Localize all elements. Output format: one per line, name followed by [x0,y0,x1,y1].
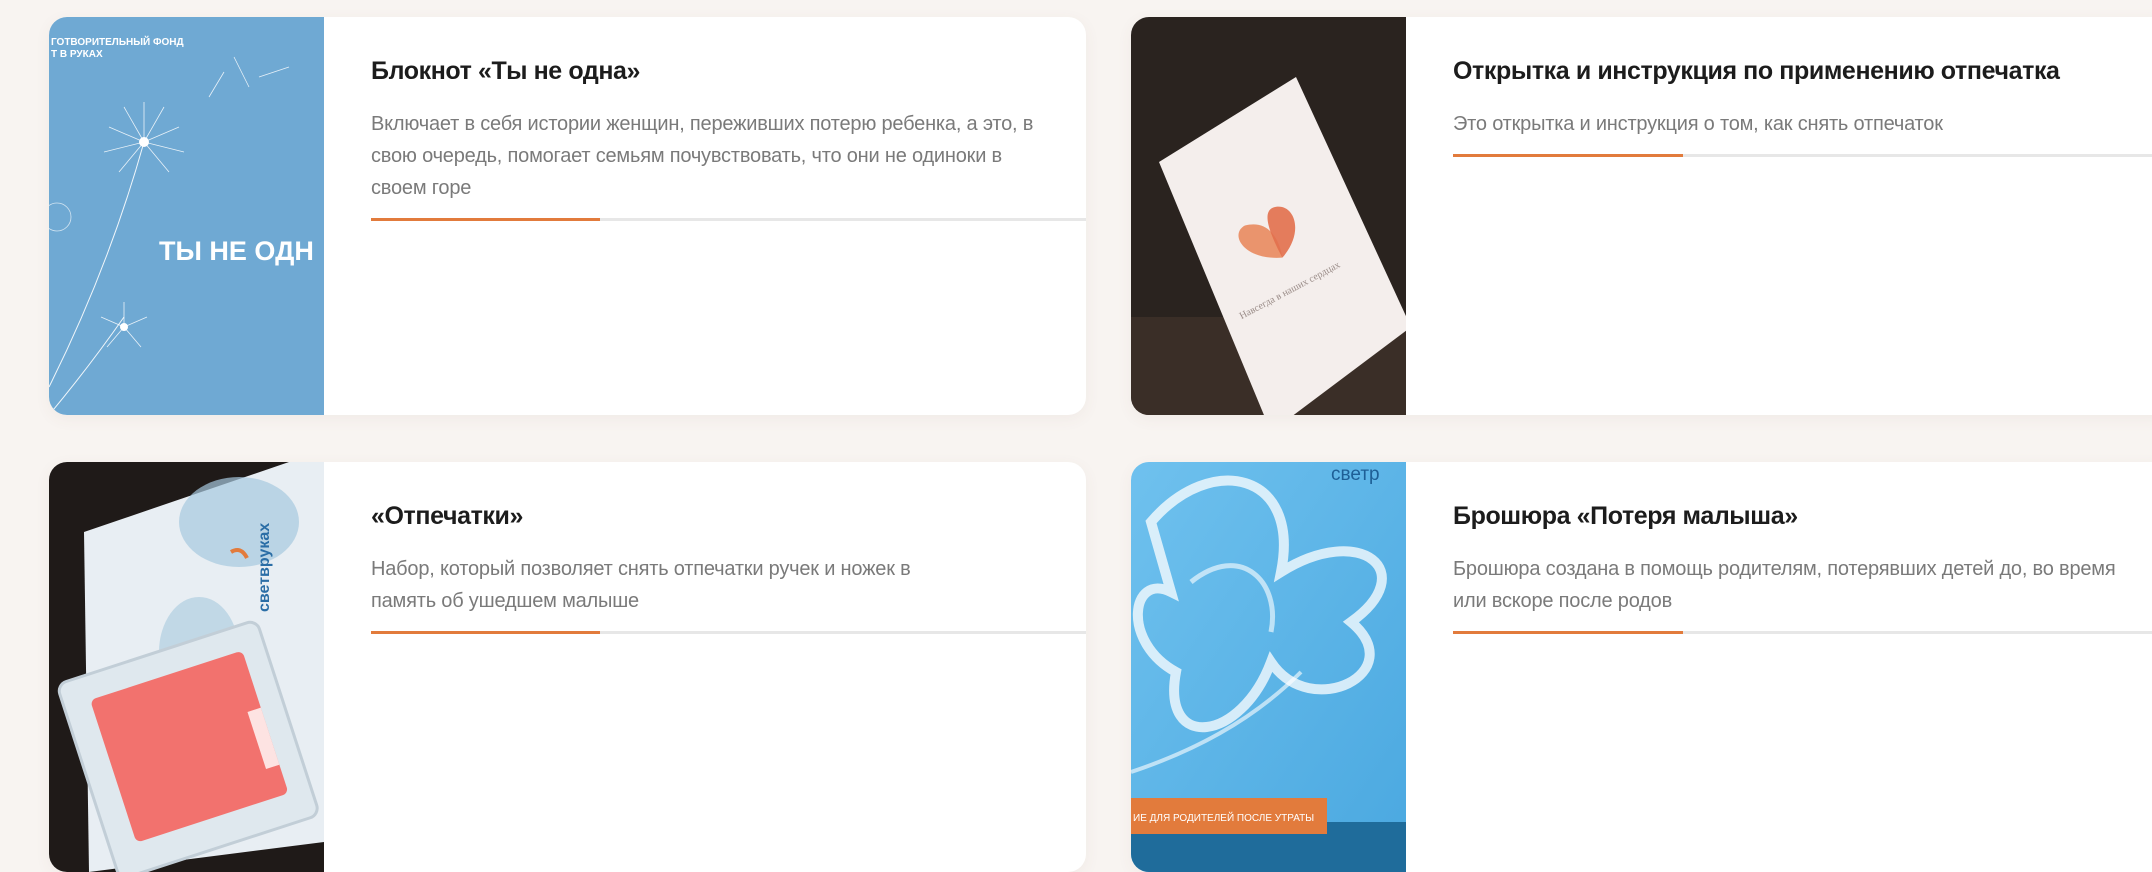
progress-fill [371,631,600,634]
card-description: Брошюра создана в помощь родителям, поте… [1453,558,2116,612]
card-title[interactable]: Открытка и инструкция по применению отпе… [1453,54,2152,88]
notebook-cover-image[interactable]: ГОТВОРИТЕЛЬНЫЙ ФОНД Т В РУКАХ ТЫ НЕ ОДН [49,17,324,415]
product-card-postcard[interactable]: Навсегда в наших сердцах Открытка и инст… [1131,17,2152,415]
progress-bar [1453,154,2152,157]
progress-fill [1453,631,1683,634]
card-body: Блокнот «Ты не одна» Включает в себя ист… [371,54,1086,221]
card-body: Открытка и инструкция по применению отпе… [1453,54,2152,157]
progress-bar [371,631,1086,634]
kit-brand-text: светвруках [256,523,273,612]
cover-text-hands: Т В РУКАХ [51,49,103,60]
imprint-kit-photo: светвруках [49,462,324,872]
brochure-brand-text: светр [1331,464,1380,485]
imprint-kit-image[interactable]: светвруках [49,462,324,872]
product-card-notebook[interactable]: ГОТВОРИТЕЛЬНЫЙ ФОНД Т В РУКАХ ТЫ НЕ ОДН … [49,17,1086,415]
card-title[interactable]: Брошюра «Потеря малыша» [1453,499,2152,533]
progress-fill [1453,154,1683,157]
brochure-cover-image[interactable]: ИЕ ДЛЯ РОДИТЕЛЕЙ ПОСЛЕ УТРАТЫ светр [1131,462,1406,872]
postcard-image[interactable]: Навсегда в наших сердцах [1131,17,1406,415]
cover-text-main: ТЫ НЕ ОДН [159,236,314,266]
dandelion-illustration: ГОТВОРИТЕЛЬНЫЙ ФОНД Т В РУКАХ ТЫ НЕ ОДН [49,17,324,415]
butterfly-illustration: ИЕ ДЛЯ РОДИТЕЛЕЙ ПОСЛЕ УТРАТЫ светр [1131,462,1406,872]
product-card-brochure[interactable]: ИЕ ДЛЯ РОДИТЕЛЕЙ ПОСЛЕ УТРАТЫ светр Брош… [1131,462,2152,872]
card-title[interactable]: Блокнот «Ты не одна» [371,54,1086,88]
product-card-imprints[interactable]: светвруках «Отпечатки» Набор, который по… [49,462,1086,872]
card-title[interactable]: «Отпечатки» [371,499,1086,533]
postcard-photo: Навсегда в наших сердцах [1131,17,1406,415]
card-body: Брошюра «Потеря малыша» Брошюра создана … [1453,499,2152,634]
card-description: Это открытка и инструкция о том, как сня… [1453,113,1943,135]
card-description: Включает в себя истории женщин, переживш… [371,113,1034,199]
brochure-banner-text: ИЕ ДЛЯ РОДИТЕЛЕЙ ПОСЛЕ УТРАТЫ [1133,811,1314,824]
progress-bar [371,218,1086,221]
cover-text-foundation: ГОТВОРИТЕЛЬНЫЙ ФОНД [51,35,184,48]
progress-fill [371,218,600,221]
progress-bar [1453,631,2152,634]
card-description: Набор, который позволяет снять отпечатки… [371,558,911,612]
card-body: «Отпечатки» Набор, который позволяет сня… [371,499,1086,634]
